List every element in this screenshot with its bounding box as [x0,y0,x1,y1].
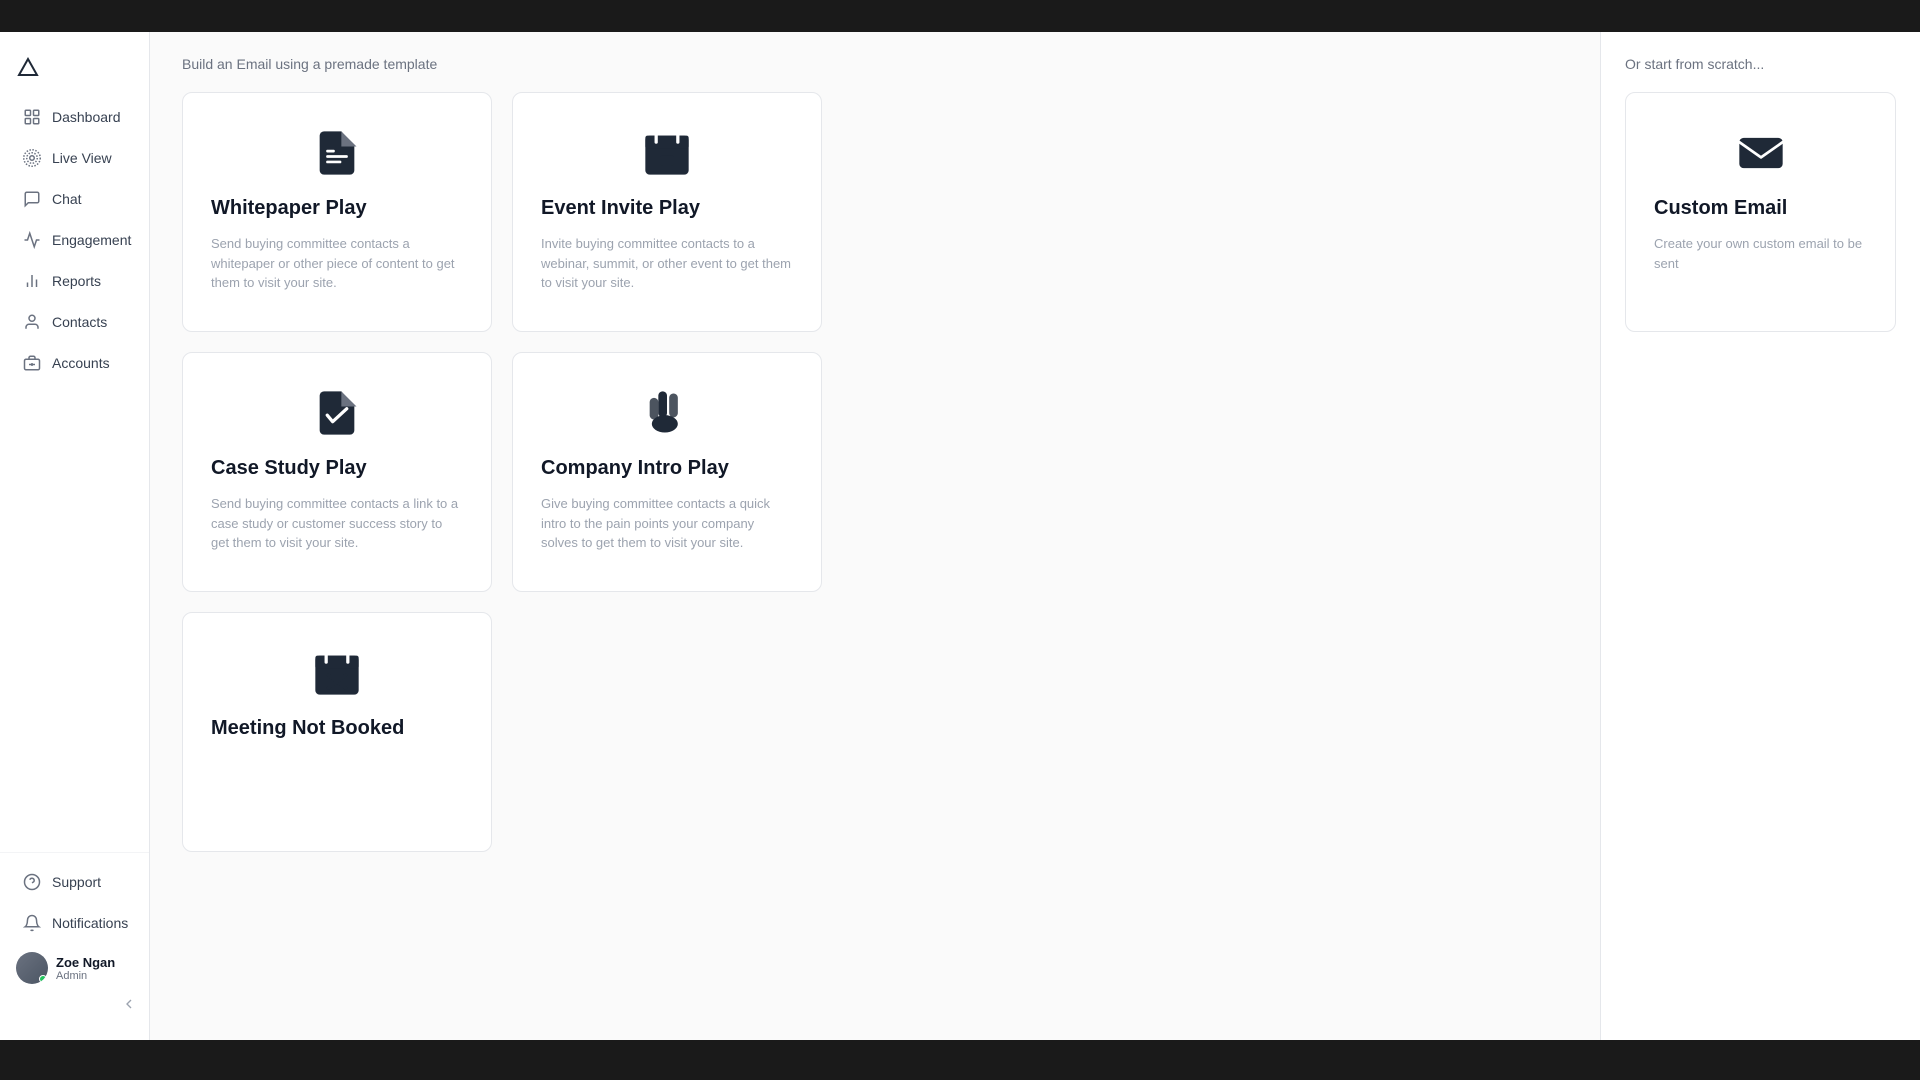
sidebar-item-support[interactable]: Support [6,862,143,902]
card-case-study-play[interactable]: Case Study Play Send buying committee co… [182,352,492,592]
card-whitepaper-play[interactable]: Whitepaper Play Send buying committee co… [182,92,492,332]
calendar-x-icon [211,645,463,701]
document-check-icon [211,385,463,441]
sidebar-label-dashboard: Dashboard [52,109,121,125]
card-desc-case-study-play: Send buying committee contacts a link to… [211,494,463,553]
card-desc-whitepaper-play: Send buying committee contacts a whitepa… [211,234,463,293]
sidebar-item-notifications[interactable]: Notifications [6,903,143,943]
sidebar-label-engagement: Engagement [52,232,131,248]
bottom-bar [0,1040,1920,1080]
logo[interactable] [0,48,149,96]
sidebar-item-live-view[interactable]: Live View [6,138,143,178]
sidebar-label-live-view: Live View [52,150,112,166]
sidebar-bottom: Support Notifications Zoe Ngan [0,852,149,1024]
card-event-invite-play[interactable]: Event Invite Play Invite buying committe… [512,92,822,332]
online-indicator [39,975,47,983]
sidebar-label-support: Support [52,874,101,890]
user-info: Zoe Ngan Admin [56,955,115,982]
avatar [16,952,48,984]
right-panel: Or start from scratch... Custom Email Cr… [1600,32,1920,1040]
card-desc-event-invite-play: Invite buying committee contacts to a we… [541,234,793,293]
card-custom-email[interactable]: Custom Email Create your own custom emai… [1625,92,1896,332]
user-section[interactable]: Zoe Ngan Admin [0,944,149,992]
card-meeting-not-booked[interactable]: Meeting Not Booked [182,612,492,852]
card-title-company-intro-play: Company Intro Play [541,457,729,480]
notifications-icon [22,913,42,933]
email-icon [1654,125,1867,181]
sidebar-item-contacts[interactable]: Contacts [6,302,143,342]
template-cards-grid: Whitepaper Play Send buying committee co… [182,92,1568,592]
collapse-sidebar-button[interactable] [0,992,149,1016]
sidebar-label-notifications: Notifications [52,915,128,931]
sidebar-nav: Dashboard Live View Chat [0,96,149,852]
sidebar-item-dashboard[interactable]: Dashboard [6,97,143,137]
document-icon [211,125,463,181]
card-title-meeting-not-booked: Meeting Not Booked [211,717,404,740]
sidebar-label-accounts: Accounts [52,355,110,371]
sidebar-item-reports[interactable]: Reports [6,261,143,301]
contacts-icon [22,312,42,332]
reports-icon [22,271,42,291]
live-view-icon [22,148,42,168]
accounts-icon [22,353,42,373]
sidebar-label-chat: Chat [52,191,82,207]
user-name: Zoe Ngan [56,955,115,970]
app-container: Dashboard Live View Chat [0,32,1920,1040]
calendar-event-icon [541,125,793,181]
card-title-event-invite-play: Event Invite Play [541,197,700,220]
card-title-whitepaper-play: Whitepaper Play [211,197,367,220]
top-bar [0,0,1920,32]
support-icon [22,872,42,892]
card-title-custom-email: Custom Email [1654,197,1787,220]
main-section-header: Build an Email using a premade template [182,56,1568,72]
user-role: Admin [56,970,115,982]
card-company-intro-play[interactable]: Company Intro Play Give buying committee… [512,352,822,592]
sidebar-label-reports: Reports [52,273,101,289]
card-desc-company-intro-play: Give buying committee contacts a quick i… [541,494,793,553]
sidebar: Dashboard Live View Chat [0,32,150,1040]
sidebar-item-accounts[interactable]: Accounts [6,343,143,383]
sidebar-label-contacts: Contacts [52,314,107,330]
right-panel-header: Or start from scratch... [1625,56,1896,72]
card-desc-custom-email: Create your own custom email to be sent [1654,234,1867,273]
dashboard-icon [22,107,42,127]
card-title-case-study-play: Case Study Play [211,457,367,480]
chat-icon [22,189,42,209]
cards-row-3: Meeting Not Booked [182,612,1568,852]
sidebar-item-engagement[interactable]: Engagement [6,220,143,260]
engagement-icon [22,230,42,250]
sidebar-item-chat[interactable]: Chat [6,179,143,219]
main-content: Build an Email using a premade template … [150,32,1600,1040]
wave-icon [541,385,793,441]
